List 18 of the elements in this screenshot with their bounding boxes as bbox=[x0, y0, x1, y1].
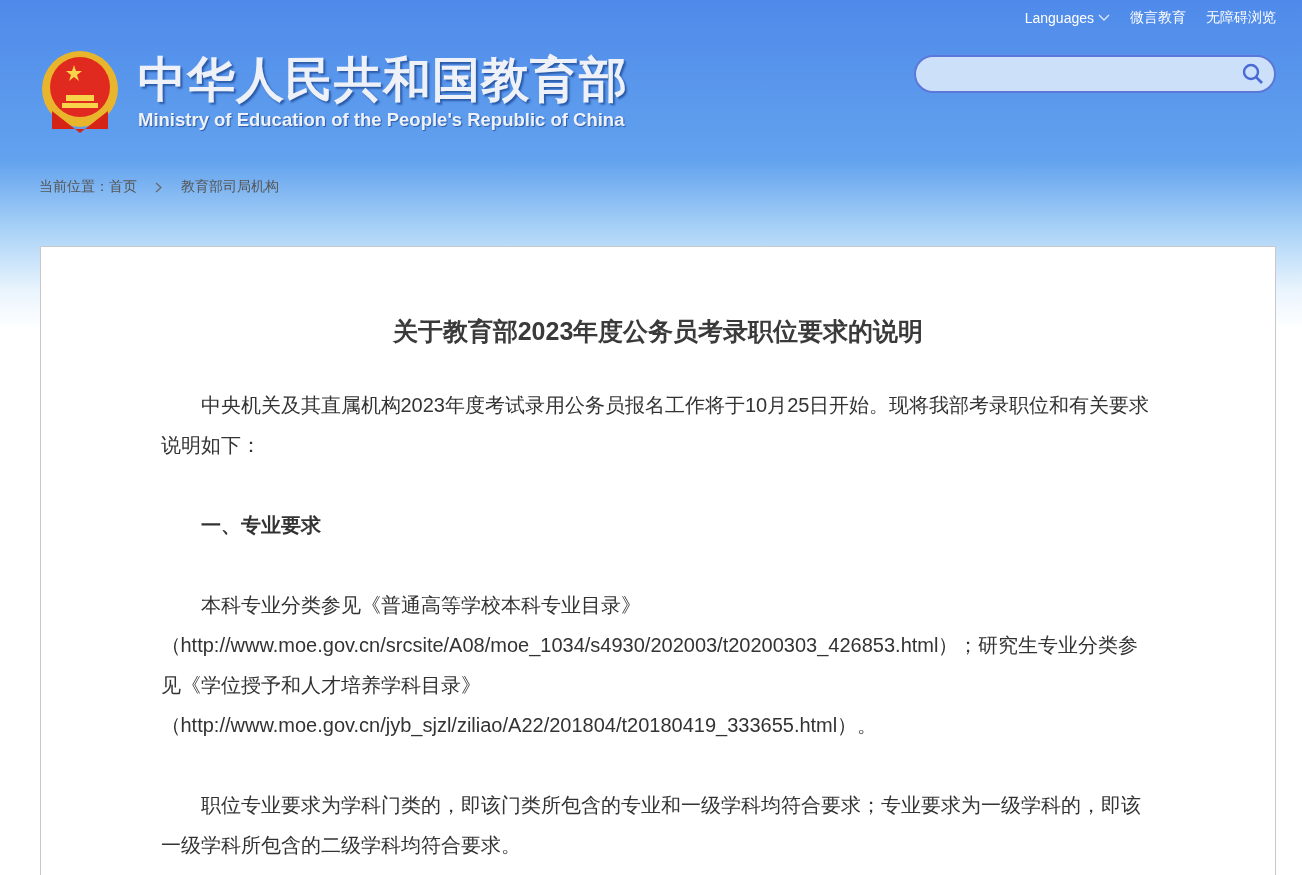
breadcrumb-link[interactable]: 教育部司局机构 bbox=[181, 178, 279, 196]
section-heading: 一、专业要求 bbox=[199, 513, 322, 538]
header-link[interactable]: 无障碍浏览 bbox=[1206, 6, 1276, 30]
article-title: 关于教育部2023年度公务员考录职位要求的说明 bbox=[391, 316, 925, 347]
search-icon[interactable] bbox=[1242, 63, 1264, 85]
site-title: 中华人民共和国教育部 bbox=[138, 53, 628, 107]
languages-dropdown[interactable]: Languages bbox=[1024, 6, 1110, 30]
breadcrumb-label: 当前位置： bbox=[39, 178, 109, 196]
national-emblem-icon bbox=[40, 49, 120, 135]
search-field[interactable] bbox=[914, 55, 1276, 93]
chevron-icon bbox=[155, 181, 163, 193]
article-paragraph: 中央机关及其直属机构2023年度考试录用公务员报名工作将于10月25日开始。现将我部考录职位和有关要求说明如下： bbox=[160, 393, 1151, 458]
article-paragraph: 本科专业分类参见《普通高等学校本科专业目录》（http://www.moe.gov.cn/srcsite/A08/moe_1034/s4930/202003/t20200303_426853.html）；研究生专业分类参见《学位授予和人才培养学科目录》（http://www.moe.gov.cn/jyb_sjzl/ziliao/A22/201804/t20180419_333655.html）。 bbox=[160, 593, 1140, 739]
header-link[interactable]: 微言教育 bbox=[1130, 6, 1186, 30]
site-subtitle: Ministry of Education of the People's Republic of China bbox=[138, 109, 626, 131]
breadcrumb-link[interactable]: 首页 bbox=[109, 178, 137, 196]
caret-icon bbox=[1098, 14, 1110, 22]
article-paragraph: 职位专业要求为学科门类的，即该门类所包含的专业和一级学科均符合要求；专业要求为一级学科的，即该一级学科所包含的二级学科均符合要求。 bbox=[160, 793, 1142, 858]
